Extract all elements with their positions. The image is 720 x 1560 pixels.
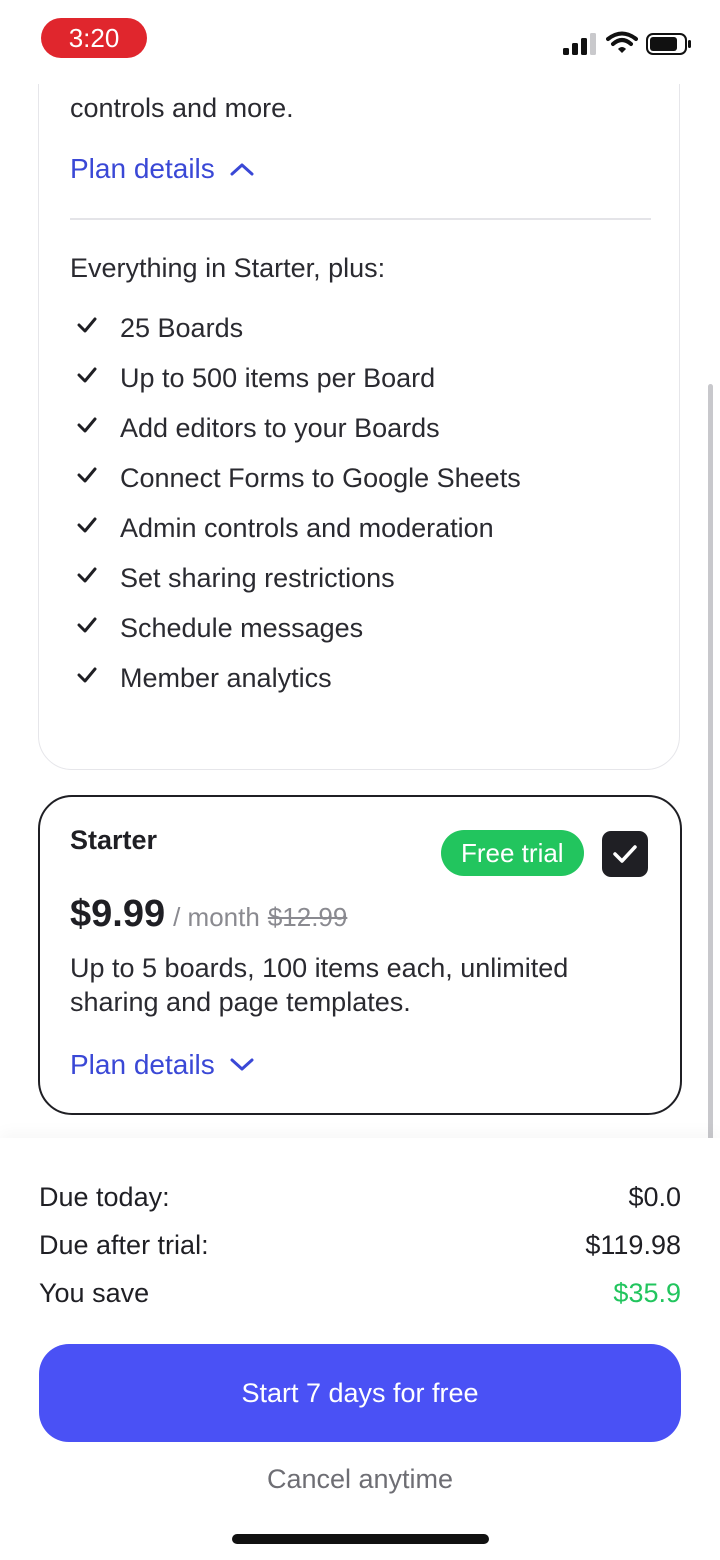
check-icon [77, 667, 97, 683]
price-row: $9.99 / month $12.99 [70, 893, 347, 936]
plan-name: Starter [70, 825, 158, 855]
check-icon [77, 567, 97, 583]
feature-label: Add editors to your Boards [120, 412, 440, 443]
feature-item: Connect Forms to Google Sheets [77, 453, 521, 503]
plan-details-label: Plan details [70, 1049, 215, 1080]
feature-label: Member analytics [120, 662, 332, 693]
plan-old-price: $12.99 [267, 902, 348, 932]
feature-label: Schedule messages [120, 612, 364, 643]
feature-label: Connect Forms to Google Sheets [120, 462, 521, 493]
status-time: 3:20 [41, 18, 147, 58]
feature-list: 25 Boards Up to 500 items per Board Add … [77, 303, 521, 703]
check-icon [77, 317, 97, 333]
signal-icon [563, 33, 596, 55]
chevron-down-icon [230, 1058, 254, 1071]
wifi-icon [606, 31, 638, 53]
check-icon [77, 467, 97, 483]
cancel-anytime-note: Cancel anytime [266, 1464, 454, 1494]
feature-label: Admin controls and moderation [120, 512, 494, 543]
free-trial-badge: Free trial [441, 830, 584, 876]
you-save-row: You save $35.9 [39, 1278, 681, 1309]
plan-details-label: Plan details [70, 153, 215, 184]
checkbox-checked-icon [613, 845, 637, 863]
scrollbar[interactable] [708, 384, 713, 1138]
plan-card-expanded[interactable]: controls and more. Plan details Everythi… [38, 84, 680, 770]
divider [70, 218, 651, 220]
feature-item: 25 Boards [77, 303, 521, 353]
feature-item: Set sharing restrictions [77, 553, 521, 603]
due-today-row: Due today: $0.0 [39, 1182, 681, 1213]
due-after-trial-label: Due after trial: [39, 1230, 209, 1260]
start-trial-button[interactable]: Start 7 days for free [39, 1344, 681, 1442]
check-icon [77, 617, 97, 633]
check-icon [77, 517, 97, 533]
feature-label: Set sharing restrictions [120, 562, 395, 593]
plan-price: $9.99 [70, 893, 166, 935]
home-indicator[interactable] [232, 1534, 489, 1544]
you-save-value: $35.9 [613, 1278, 681, 1308]
plan-period: / month [173, 902, 260, 932]
status-bar: 3:20 [0, 0, 720, 84]
due-after-trial-value: $119.98 [585, 1230, 681, 1260]
plan-details-toggle-expanded[interactable]: Plan details [70, 153, 255, 185]
checkout-panel: Due today: $0.0 Due after trial: $119.98… [0, 1138, 720, 1560]
check-icon [77, 417, 97, 433]
plans-scroll-area[interactable]: controls and more. Plan details Everythi… [0, 84, 720, 1138]
due-today-value: $0.0 [628, 1182, 681, 1212]
battery-icon [646, 33, 691, 55]
feature-item: Member analytics [77, 653, 521, 703]
check-icon [77, 367, 97, 383]
feature-item: Add editors to your Boards [77, 403, 521, 453]
plan-card-starter[interactable]: Starter Free trial $9.99 / month $12.99 … [38, 795, 682, 1115]
plan-details-toggle[interactable]: Plan details [70, 1049, 255, 1081]
chevron-up-icon [230, 163, 254, 176]
plan-description-tail: controls and more. [70, 93, 294, 123]
plan-select-checkbox[interactable] [602, 831, 648, 877]
feature-item: Admin controls and moderation [77, 503, 521, 553]
feature-label: Up to 500 items per Board [120, 362, 436, 393]
feature-item: Schedule messages [77, 603, 521, 653]
feature-item: Up to 500 items per Board [77, 353, 521, 403]
plan-description: Up to 5 boards, 100 items each, unlimite… [70, 953, 569, 1017]
due-after-trial-row: Due after trial: $119.98 [39, 1230, 681, 1261]
feature-label: 25 Boards [120, 312, 244, 343]
due-today-label: Due today: [39, 1182, 170, 1212]
features-heading: Everything in Starter, plus: [70, 253, 386, 283]
you-save-label: You save [39, 1278, 150, 1308]
